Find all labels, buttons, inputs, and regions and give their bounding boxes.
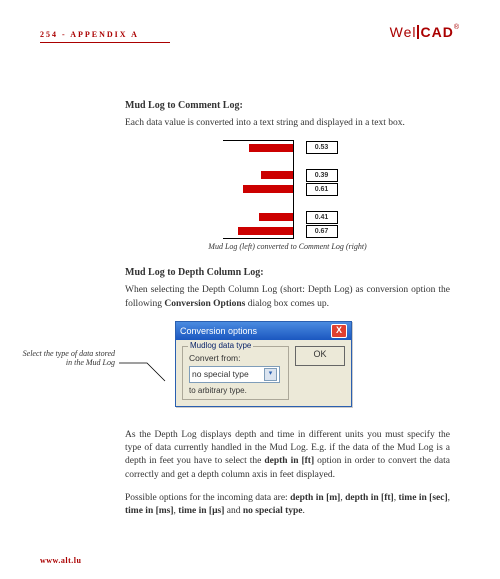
group-legend: Mudlog data type	[188, 341, 253, 350]
mudlog-figure: 0.53 0.390.61 0.410.67	[223, 140, 353, 238]
p4f: time in [sec]	[399, 493, 448, 503]
mudlog-row: 0.39	[223, 168, 353, 182]
section-1-title: Mud Log to Comment Log:	[125, 100, 450, 111]
data-type-select[interactable]: no special type ▾	[189, 366, 280, 383]
header-page-label: 254 - APPENDIX A	[40, 30, 139, 39]
p4b: depth in [m]	[290, 493, 340, 503]
section-2-text: When selecting the Depth Column Log (sho…	[125, 284, 450, 311]
close-icon[interactable]: X	[331, 324, 347, 338]
conversion-options-dialog: Conversion options X Mudlog data type Co…	[175, 321, 352, 407]
mudlog-row: 0.67	[223, 224, 353, 238]
para-3: As the Depth Log displays depth and time…	[125, 429, 450, 482]
mudlog-row	[223, 196, 353, 210]
sec2-c: dialog box comes up.	[245, 299, 329, 309]
value-box: 0.53	[306, 141, 338, 154]
brand-well: Wel	[390, 24, 417, 40]
section-2-title: Mud Log to Depth Column Log:	[125, 267, 450, 278]
red-bar	[249, 144, 293, 152]
side-note: Select the type of data stored in the Mu…	[20, 349, 115, 368]
p4m: .	[303, 506, 305, 516]
dialog-title: Conversion options	[180, 326, 257, 336]
value-box: 0.67	[306, 225, 338, 238]
sec2-b: Conversion Options	[164, 299, 245, 309]
bar-area	[223, 168, 294, 182]
to-arbitrary-label: to arbitrary type.	[189, 386, 282, 395]
bar-area	[223, 154, 294, 168]
red-bar	[259, 213, 293, 221]
section-1-text: Each data value is converted into a text…	[125, 117, 450, 130]
brand-logo: WelCAD®	[390, 24, 460, 40]
mudlog-row: 0.61	[223, 182, 353, 196]
mudlog-row: 0.41	[223, 210, 353, 224]
dialog-titlebar[interactable]: Conversion options X	[176, 322, 351, 340]
bar-area	[223, 224, 294, 239]
chevron-down-icon[interactable]: ▾	[264, 368, 277, 381]
select-value: no special type	[192, 369, 249, 379]
mudlog-caption: Mud Log (left) converted to Comment Log …	[125, 242, 450, 251]
value-box: 0.61	[306, 183, 338, 196]
pointer-line-icon	[119, 361, 169, 385]
red-bar	[261, 171, 293, 179]
p4l: no special type	[243, 506, 303, 516]
p4h: time in [ms]	[125, 506, 174, 516]
p4j: time in [µs]	[178, 506, 224, 516]
value-box: 0.41	[306, 211, 338, 224]
red-bar	[243, 185, 293, 193]
p3b: depth in [ft]	[264, 456, 314, 466]
bar-area	[223, 196, 294, 210]
value-box: 0.39	[306, 169, 338, 182]
bar-area	[223, 210, 294, 224]
para-4: Possible options for the incoming data a…	[125, 492, 450, 519]
p4g: ,	[448, 493, 450, 503]
bar-area	[223, 140, 294, 155]
p4k: and	[224, 506, 242, 516]
bar-area	[223, 182, 294, 196]
red-bar	[238, 227, 293, 235]
convert-from-label: Convert from:	[189, 353, 282, 363]
mudlog-data-type-group: Mudlog data type Convert from: no specia…	[182, 346, 289, 400]
mudlog-row: 0.53	[223, 140, 353, 154]
footer-url: www.alt.lu	[40, 556, 81, 565]
p4a: Possible options for the incoming data a…	[125, 493, 290, 503]
ok-button[interactable]: OK	[295, 346, 345, 366]
brand-cad: CAD	[420, 24, 453, 40]
page-header: 254 - APPENDIX A WelCAD®	[40, 24, 460, 40]
brand-registered: ®	[454, 24, 460, 31]
mudlog-row	[223, 154, 353, 168]
p4d: depth in [ft]	[345, 493, 394, 503]
